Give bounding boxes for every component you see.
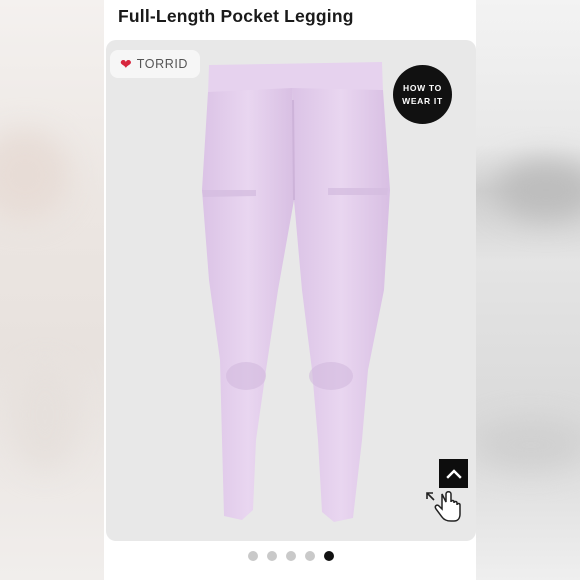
carousel-dot[interactable]: [267, 551, 277, 561]
brand-tag[interactable]: ❤ TORRID: [110, 50, 201, 78]
how-to-wear-it-label: HOW TO WEAR IT: [402, 82, 443, 106]
carousel-dot[interactable]: [286, 551, 296, 561]
brand-name: TORRID: [136, 57, 189, 71]
carousel-dot[interactable]: [305, 551, 315, 561]
product-title: Full-Length Pocket Legging: [118, 6, 354, 26]
product-page: Full-Length Pocket Legging ❤ TORRID HOW …: [104, 0, 476, 580]
carousel-dot[interactable]: [248, 551, 258, 561]
carousel-indicators: [248, 551, 334, 561]
background-left-blur: [0, 0, 104, 580]
chevron-up-icon: [445, 468, 462, 479]
how-to-wear-it-button[interactable]: HOW TO WEAR IT: [393, 65, 452, 124]
hand-pointer-zoom-icon[interactable]: [424, 484, 464, 524]
carousel-dot-active[interactable]: [324, 551, 334, 561]
product-image-gallery[interactable]: ❤ TORRID HOW TO WEAR IT: [106, 40, 476, 541]
heart-icon: ❤: [120, 56, 132, 72]
background-right-blur: [476, 0, 580, 580]
